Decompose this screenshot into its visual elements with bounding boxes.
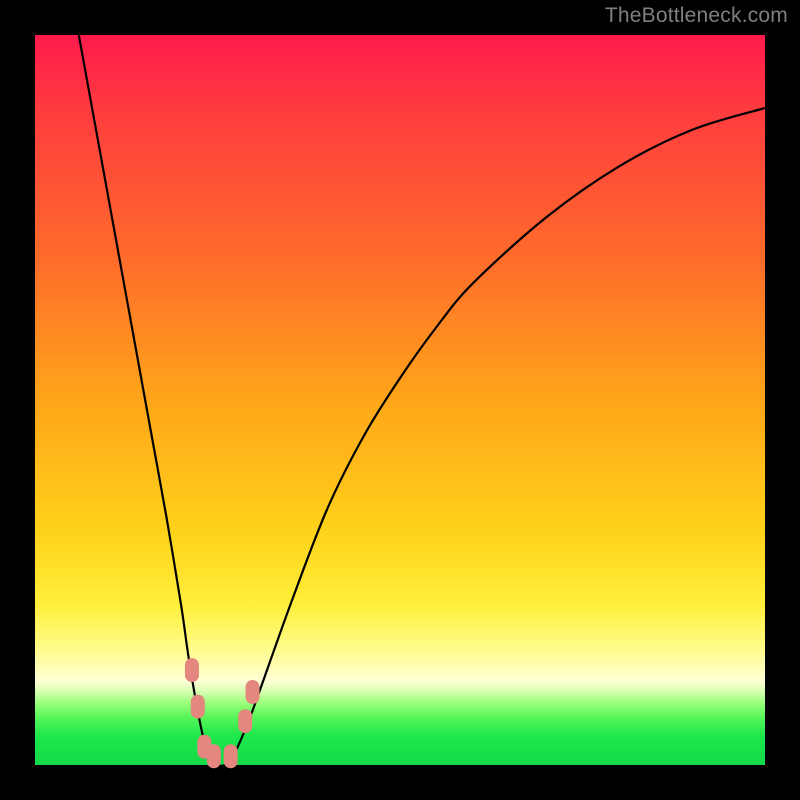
right-slope-marker-2 xyxy=(246,680,260,704)
right-slope-marker-1 xyxy=(238,709,252,733)
chart-plot-surface xyxy=(35,35,765,765)
curve-path xyxy=(79,35,765,766)
trough-marker-2 xyxy=(207,744,221,768)
trough-marker-3 xyxy=(224,744,238,768)
left-slope-marker-2 xyxy=(191,695,205,719)
watermark-text: TheBottleneck.com xyxy=(605,4,788,28)
left-slope-marker-1 xyxy=(185,658,199,682)
bottleneck-curve xyxy=(79,35,765,766)
curve-markers xyxy=(185,658,260,768)
chart-frame: TheBottleneck.com xyxy=(0,0,800,800)
